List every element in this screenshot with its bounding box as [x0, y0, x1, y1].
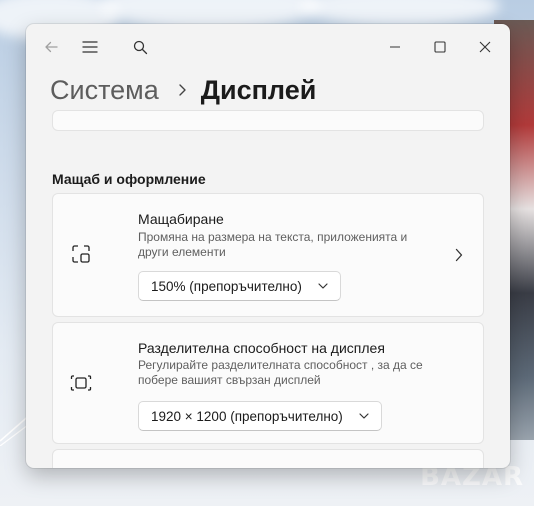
section-title: Мащаб и оформление: [52, 171, 206, 187]
resolution-description: Регулирайте разделителната способност , …: [138, 358, 423, 387]
page-title: Дисплей: [200, 74, 317, 105]
search-icon[interactable]: [125, 32, 155, 62]
close-icon[interactable]: [470, 32, 500, 62]
minimize-icon[interactable]: [380, 32, 410, 62]
scale-title: Мащабиране: [138, 211, 224, 227]
scale-icon: [71, 244, 91, 269]
background-cloud: [300, 0, 500, 26]
next-card: [52, 449, 484, 468]
settings-content: Мащаб и оформление Мащабиране Промяна на…: [26, 110, 510, 468]
breadcrumb-chevron-icon: [177, 83, 187, 97]
chevron-down-icon: [359, 413, 369, 419]
scale-card[interactable]: Мащабиране Промяна на размера на текста,…: [52, 193, 484, 317]
resolution-icon: [70, 374, 92, 397]
resolution-title: Разделителна способност на дисплея: [138, 340, 385, 356]
scale-dropdown[interactable]: 150% (препоръчително): [138, 271, 341, 301]
chevron-down-icon: [318, 283, 328, 289]
back-arrow-icon[interactable]: [36, 32, 66, 62]
resolution-card: Разделителна способност на дисплея Регул…: [52, 322, 484, 444]
previous-card: [52, 110, 484, 131]
hamburger-menu-icon[interactable]: [75, 32, 105, 62]
resolution-dropdown[interactable]: 1920 × 1200 (препоръчително): [138, 401, 382, 431]
breadcrumb-parent[interactable]: Система: [50, 75, 159, 106]
chevron-right-icon[interactable]: [455, 248, 463, 267]
maximize-icon[interactable]: [425, 32, 455, 62]
scale-dropdown-value: 150% (препоръчително): [151, 278, 302, 294]
settings-window: Система Дисплей Мащаб и оформление Мащаб…: [26, 24, 510, 468]
title-bar: [26, 24, 510, 70]
breadcrumb: Система Дисплей: [50, 70, 316, 110]
resolution-dropdown-value: 1920 × 1200 (препоръчително): [151, 408, 343, 424]
scale-description: Промяна на размера на текста, приложения…: [138, 230, 408, 259]
